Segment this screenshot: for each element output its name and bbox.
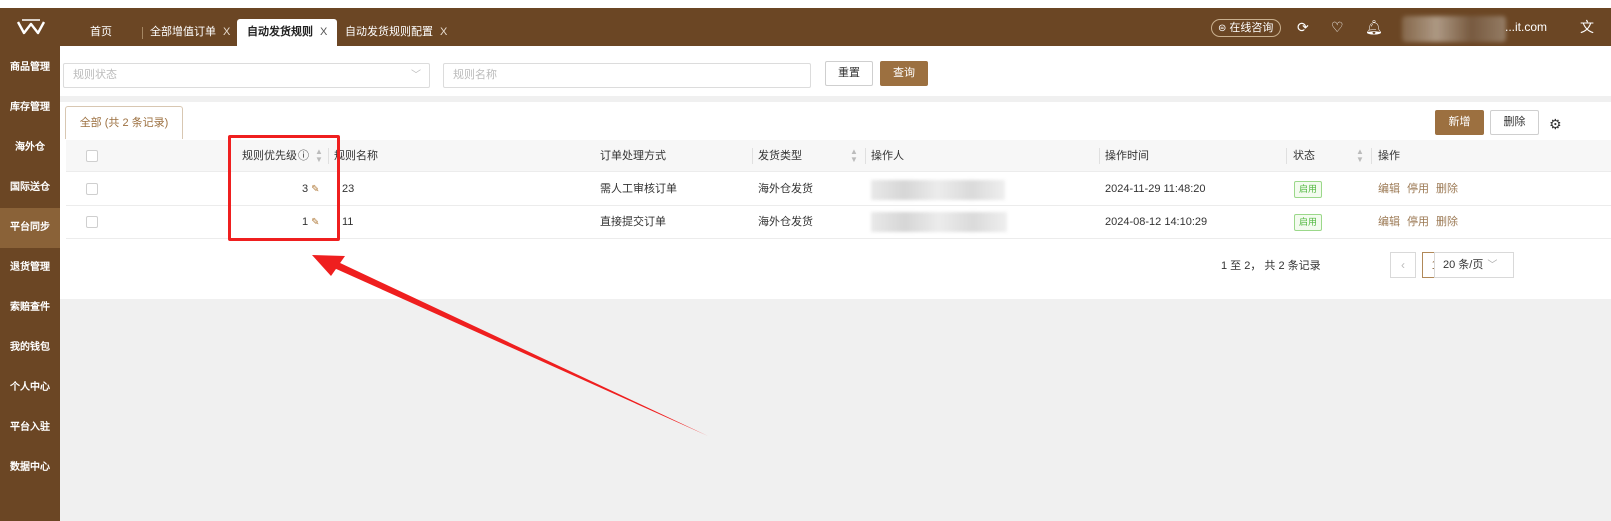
arrow-shaft (334, 262, 708, 436)
app-root: 首页 全部增值订单 X 自动发货规则 X 自动发货规则配置 X ⊜ 在线咨询 ⟳ ♡ 🔔… (0, 0, 1611, 521)
annotation-arrow (312, 255, 708, 436)
